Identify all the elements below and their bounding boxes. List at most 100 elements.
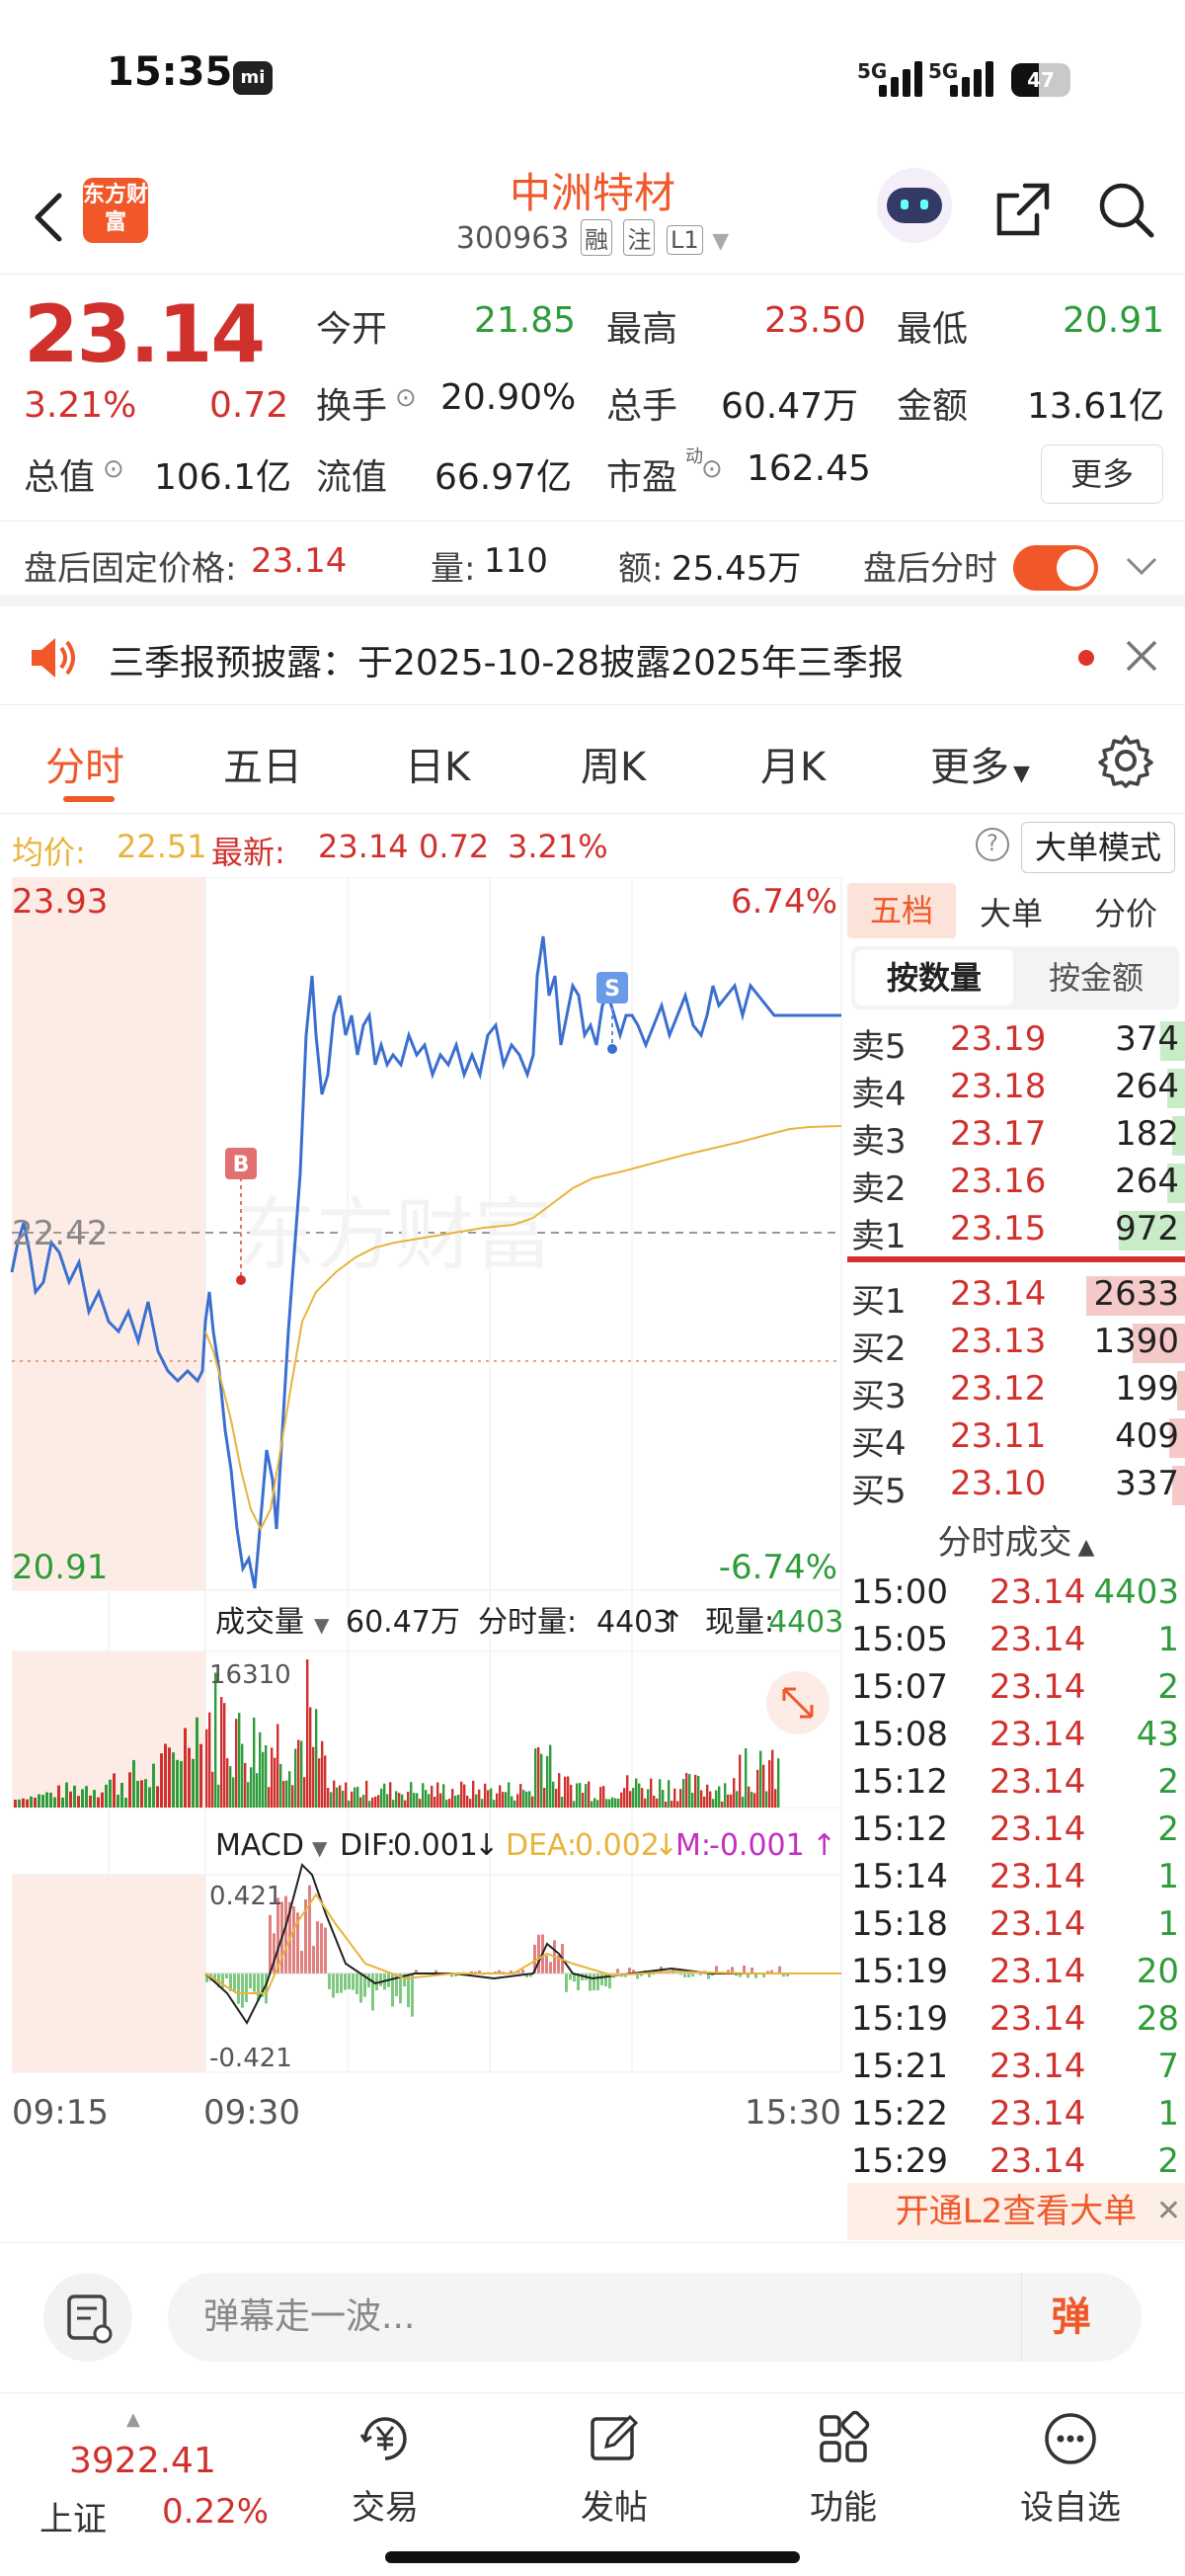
volume-bar (718, 1786, 721, 1808)
volume-bar (306, 1659, 309, 1808)
tick-time: 15:19 (851, 1999, 948, 2039)
volume-bar (700, 1790, 703, 1808)
active-tab-indicator (63, 796, 115, 802)
tab-weekly-k[interactable]: 周K (581, 735, 646, 792)
volume-bar (638, 1783, 641, 1808)
after-hours-bar: 盘后固定价格: 23.14 量: 110 额: 25.45万 盘后分时 (0, 522, 1185, 606)
amount-label: 金额 (897, 386, 969, 427)
tab-daily-k[interactable]: 日K (405, 735, 470, 792)
stock-name[interactable]: 中洲特材 (395, 160, 790, 220)
bid-label: 买1 (851, 1282, 907, 1322)
volume-bar (140, 1780, 143, 1808)
tab-more[interactable]: 更多 ▼ (930, 735, 1030, 792)
nav-add-watchlist[interactable]: 设自选 (1001, 2409, 1140, 2529)
tag-registration: 注 (623, 219, 656, 256)
ask-label: 卖3 (851, 1122, 907, 1162)
macd-bar (648, 1973, 651, 1977)
ask-row[interactable]: 卖1 23.15 972 (847, 1205, 1185, 1256)
bid-row[interactable]: 买5 23.10 337 (847, 1460, 1185, 1511)
info-icon[interactable]: ⊙ (395, 383, 417, 413)
volume-bar (478, 1789, 481, 1808)
volume-bar (537, 1746, 540, 1808)
back-icon[interactable] (20, 178, 79, 257)
volume-bar (330, 1792, 333, 1808)
bid-row[interactable]: 买3 23.12 199 (847, 1365, 1185, 1416)
chevron-down-icon[interactable] (1124, 551, 1159, 581)
comment-input[interactable]: 弹幕走一波... 弹 (168, 2273, 1142, 2362)
stock-code-row[interactable]: 300963 融 注 L1 ▼ (395, 219, 790, 256)
info-icon[interactable]: ⊙ (701, 454, 723, 484)
macd-bar (743, 1965, 746, 1973)
index-value[interactable]: 3922.41 (69, 2441, 216, 2481)
notice-bar[interactable]: 三季报预披露：于2025-10-28披露2025年三季报 (0, 606, 1185, 705)
by-quantity-button[interactable]: 按数量 (855, 950, 1013, 1006)
bid-label: 买5 (851, 1472, 907, 1511)
turnover-label: 换手 (316, 386, 388, 427)
danmu-button[interactable]: 弹 (1021, 2273, 1120, 2362)
ask-price: 23.18 (950, 1067, 1047, 1106)
tab-big-order[interactable]: 大单 (980, 889, 1043, 934)
tab-monthly-k[interactable]: 月K (760, 735, 826, 792)
ah-timeshare-toggle[interactable] (1013, 545, 1098, 591)
ask-row[interactable]: 卖2 23.16 264 (847, 1158, 1185, 1209)
volume-bar (300, 1740, 303, 1808)
note-icon[interactable] (43, 2273, 132, 2362)
timeshare-chart[interactable]: 东方财富 B S 23.93 6.74% 22.42 20.91 -6.74% … (0, 877, 845, 2240)
order-book-panel: 五档 大单 分价 按数量 按金额 卖5 23.19 374 卖4 23.18 2… (847, 877, 1185, 2240)
tab-timeshare[interactable]: 分时 (45, 735, 124, 792)
volume-bar (256, 1773, 259, 1808)
pe-value: 162.45 (747, 448, 871, 489)
bid-row[interactable]: 买4 23.11 409 (847, 1412, 1185, 1464)
ask-row[interactable]: 卖4 23.18 264 (847, 1063, 1185, 1114)
bid-label: 买3 (851, 1377, 907, 1416)
volume-bar (211, 1771, 214, 1808)
macd-bar (308, 1885, 311, 1973)
macd-bar (273, 1933, 276, 1973)
volume-bar (265, 1744, 268, 1808)
ask-row[interactable]: 卖5 23.19 374 (847, 1015, 1185, 1067)
ai-assistant-icon[interactable] (877, 168, 952, 243)
volume-bar (136, 1780, 139, 1808)
info-icon[interactable]: ⊙ (103, 454, 124, 484)
volume-bar (336, 1787, 339, 1808)
index-pct[interactable]: 0.22% (162, 2492, 269, 2532)
l2-upgrade-banner[interactable]: 开通L2查看大单 ✕ (847, 2183, 1185, 2240)
volume-bar (759, 1750, 762, 1808)
tab-five-day[interactable]: 五日 (223, 735, 302, 792)
big-order-mode-button[interactable]: 大单模式 (1021, 822, 1175, 873)
macd-bar (292, 1905, 295, 1973)
nav-functions[interactable]: 功能 (774, 2409, 912, 2529)
index-name[interactable]: 上证 (40, 2492, 107, 2540)
volume-bar (508, 1782, 511, 1808)
nav-trade[interactable]: 交易 (316, 2409, 454, 2529)
help-icon[interactable]: ? (976, 828, 1009, 861)
tab-price-dist[interactable]: 分价 (1094, 889, 1157, 934)
tick-time: 15:05 (851, 1620, 948, 1659)
close-icon[interactable] (1122, 636, 1161, 676)
ticks-title[interactable]: 分时成交 ▲ (847, 1515, 1185, 1564)
ask-row[interactable]: 卖3 23.17 182 (847, 1110, 1185, 1162)
tick-time: 15:18 (851, 1904, 948, 1944)
search-icon[interactable] (1094, 178, 1157, 241)
tick-row: 15:00 23.14 4403 (847, 1572, 1185, 1620)
volume-bar (93, 1790, 96, 1808)
nav-post[interactable]: 发帖 (545, 2409, 683, 2529)
tab-five-levels[interactable]: 五档 (847, 883, 956, 938)
close-icon[interactable]: ✕ (1156, 2183, 1181, 2240)
volume-bar (451, 1789, 454, 1808)
caret-up-icon: ▲ (1077, 1535, 1095, 1560)
bid-row[interactable]: 买2 23.13 1390 (847, 1318, 1185, 1369)
volume-bar (205, 1729, 208, 1808)
bid-row[interactable]: 买1 23.14 2633 (847, 1270, 1185, 1322)
volume-bar (250, 1767, 253, 1808)
by-amount-button[interactable]: 按金额 (1017, 950, 1175, 1006)
share-icon[interactable] (991, 178, 1055, 241)
volume-bar (650, 1778, 653, 1808)
gear-icon[interactable] (1098, 733, 1153, 788)
volume-bar (77, 1796, 80, 1808)
tick-volume: 1 (1157, 2094, 1179, 2133)
volume-bar (339, 1785, 342, 1808)
volume-bar (434, 1796, 436, 1808)
more-button[interactable]: 更多 (1041, 444, 1163, 504)
volume-bar (160, 1753, 163, 1808)
